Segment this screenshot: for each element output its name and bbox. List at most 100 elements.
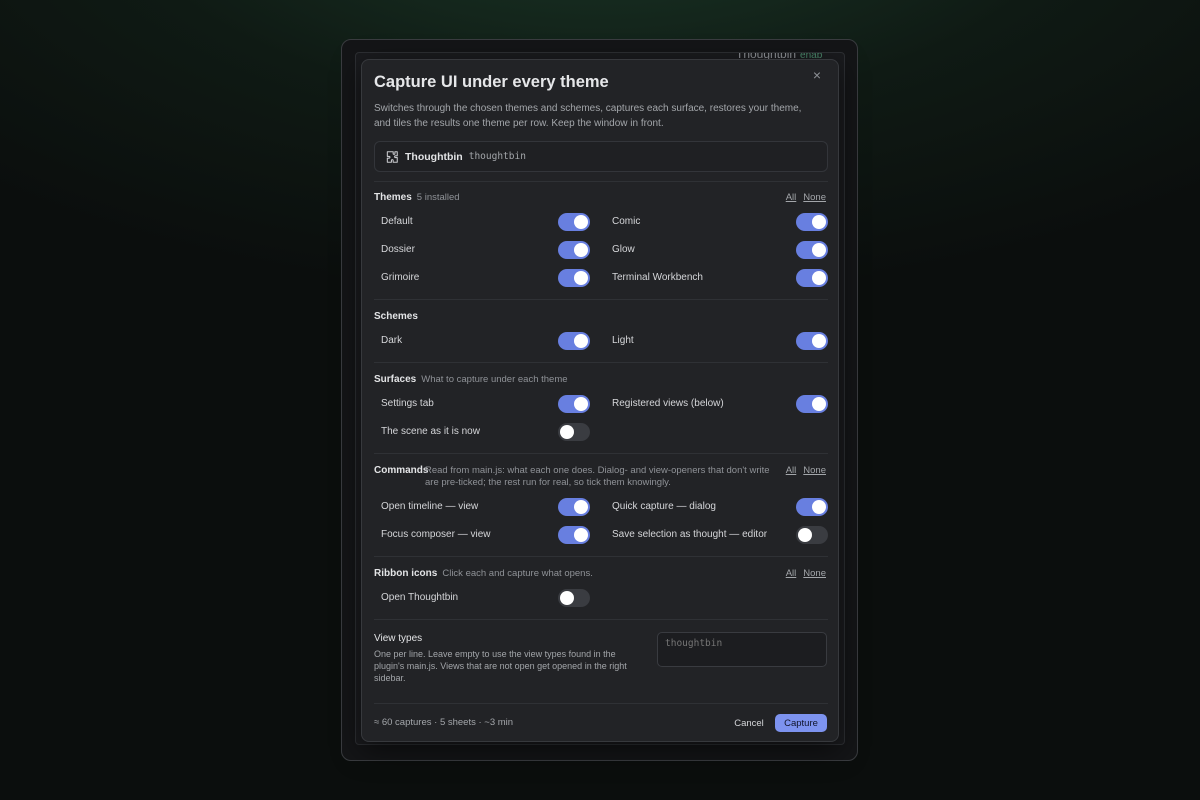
- toggle-knob: [574, 528, 588, 542]
- plugin-id: thoughtbin: [468, 151, 526, 162]
- command-toggle-save-selection[interactable]: [796, 526, 828, 544]
- toggle-knob: [812, 334, 826, 348]
- modal-title: Capture UI under every theme: [374, 73, 609, 91]
- toggle-knob: [798, 528, 812, 542]
- surfaces-subtitle: What to capture under each theme: [421, 374, 568, 385]
- theme-row-dossier[interactable]: Dossier: [374, 240, 602, 262]
- toggle-knob: [574, 243, 588, 257]
- ribbon-toggle-open-thoughtbin[interactable]: [558, 589, 590, 607]
- toggle-knob: [812, 243, 826, 257]
- capture-summary: ≈ 60 captures · 5 sheets · ~3 min: [374, 717, 514, 728]
- command-label: Focus composer — view: [381, 529, 491, 540]
- ribbon-all-link[interactable]: All: [786, 568, 797, 579]
- theme-row-comic[interactable]: Comic: [605, 212, 833, 234]
- view-types-description: One per line. Leave empty to use the vie…: [374, 649, 627, 683]
- surface-toggle-registered-views[interactable]: [796, 395, 828, 413]
- commands-heading: Commands: [374, 465, 429, 476]
- surface-row-scene[interactable]: The scene as it is now: [374, 422, 602, 444]
- command-label: Save selection as thought — editor: [612, 529, 768, 540]
- ribbon-label: Open Thoughtbin: [381, 592, 459, 603]
- divider: [374, 703, 828, 704]
- ribbon-row-open-thoughtbin[interactable]: Open Thoughtbin: [374, 588, 602, 610]
- toggle-knob: [560, 425, 574, 439]
- toggle-knob: [560, 591, 574, 605]
- plugin-name: Thoughtbin: [405, 150, 463, 163]
- scheme-row-dark[interactable]: Dark: [374, 331, 602, 353]
- surface-label: Settings tab: [381, 398, 434, 409]
- scheme-row-light[interactable]: Light: [605, 331, 833, 353]
- toggle-knob: [812, 271, 826, 285]
- surface-toggle-settings-tab[interactable]: [558, 395, 590, 413]
- ribbon-none-link[interactable]: None: [803, 568, 826, 579]
- divider: [374, 556, 828, 557]
- toggle-knob: [574, 215, 588, 229]
- surface-toggle-scene[interactable]: [558, 423, 590, 441]
- close-icon[interactable]: ×: [808, 66, 826, 84]
- theme-toggle-default[interactable]: [558, 213, 590, 231]
- ribbon-heading: Ribbon icons Click each and capture what …: [374, 568, 593, 579]
- surface-row-registered-views[interactable]: Registered views (below): [605, 394, 833, 416]
- theme-toggle-grimoire[interactable]: [558, 269, 590, 287]
- theme-label: Terminal Workbench: [612, 272, 703, 283]
- scheme-label: Light: [612, 335, 634, 346]
- theme-row-default[interactable]: Default: [374, 212, 602, 234]
- themes-heading: Themes 5 installed: [374, 192, 460, 203]
- plugin-card: Thoughtbin thoughtbin: [374, 141, 828, 172]
- command-toggle-focus-composer[interactable]: [558, 526, 590, 544]
- commands-all-link[interactable]: All: [786, 465, 797, 476]
- theme-row-terminal-workbench[interactable]: Terminal Workbench: [605, 268, 833, 290]
- divider: [374, 362, 828, 363]
- theme-label: Grimoire: [381, 272, 420, 283]
- divider: [374, 453, 828, 454]
- theme-label: Glow: [612, 244, 635, 255]
- scheme-toggle-light[interactable]: [796, 332, 828, 350]
- toggle-knob: [574, 500, 588, 514]
- themes-select-links: All None: [779, 192, 826, 203]
- scheme-label: Dark: [381, 335, 403, 346]
- scheme-toggle-dark[interactable]: [558, 332, 590, 350]
- theme-row-grimoire[interactable]: Grimoire: [374, 268, 602, 290]
- modal-description: Switches through the chosen themes and s…: [374, 103, 802, 129]
- divider: [374, 619, 828, 620]
- command-row-save-selection[interactable]: Save selection as thought — editor: [605, 525, 833, 547]
- command-label: Open timeline — view: [381, 501, 479, 512]
- command-label: Quick capture — dialog: [612, 501, 716, 512]
- toggle-knob: [574, 397, 588, 411]
- toggle-knob: [574, 271, 588, 285]
- schemes-heading: Schemes: [374, 311, 418, 322]
- command-toggle-quick-capture[interactable]: [796, 498, 828, 516]
- toggle-knob: [574, 334, 588, 348]
- divider: [374, 299, 828, 300]
- ribbon-select-links: All None: [779, 568, 826, 579]
- view-types-input[interactable]: [657, 632, 827, 667]
- theme-toggle-terminal-workbench[interactable]: [796, 269, 828, 287]
- command-row-open-timeline[interactable]: Open timeline — view: [374, 497, 602, 519]
- theme-label: Dossier: [381, 244, 415, 255]
- commands-select-links: All None: [779, 465, 826, 476]
- cancel-button[interactable]: Cancel: [731, 714, 767, 732]
- commands-none-link[interactable]: None: [803, 465, 826, 476]
- toggle-knob: [812, 397, 826, 411]
- capture-button[interactable]: Capture: [775, 714, 827, 732]
- capture-modal: × Capture UI under every theme Switches …: [361, 59, 839, 742]
- command-row-quick-capture[interactable]: Quick capture — dialog: [605, 497, 833, 519]
- puzzle-piece-icon: [385, 150, 399, 164]
- themes-all-link[interactable]: All: [786, 192, 797, 203]
- theme-row-glow[interactable]: Glow: [605, 240, 833, 262]
- commands-subtitle: Read from main.js: what each one does. D…: [425, 465, 770, 488]
- themes-count: 5 installed: [416, 192, 460, 203]
- theme-label: Default: [381, 216, 413, 227]
- theme-toggle-dossier[interactable]: [558, 241, 590, 259]
- themes-none-link[interactable]: None: [803, 192, 826, 203]
- divider: [374, 181, 828, 182]
- theme-toggle-glow[interactable]: [796, 241, 828, 259]
- view-types-title: View types: [374, 633, 423, 644]
- toggle-knob: [812, 500, 826, 514]
- command-row-focus-composer[interactable]: Focus composer — view: [374, 525, 602, 547]
- surfaces-heading: Surfaces What to capture under each theme: [374, 374, 568, 385]
- command-toggle-open-timeline[interactable]: [558, 498, 590, 516]
- surface-row-settings-tab[interactable]: Settings tab: [374, 394, 602, 416]
- surface-label: The scene as it is now: [381, 426, 480, 437]
- theme-label: Comic: [612, 216, 641, 227]
- theme-toggle-comic[interactable]: [796, 213, 828, 231]
